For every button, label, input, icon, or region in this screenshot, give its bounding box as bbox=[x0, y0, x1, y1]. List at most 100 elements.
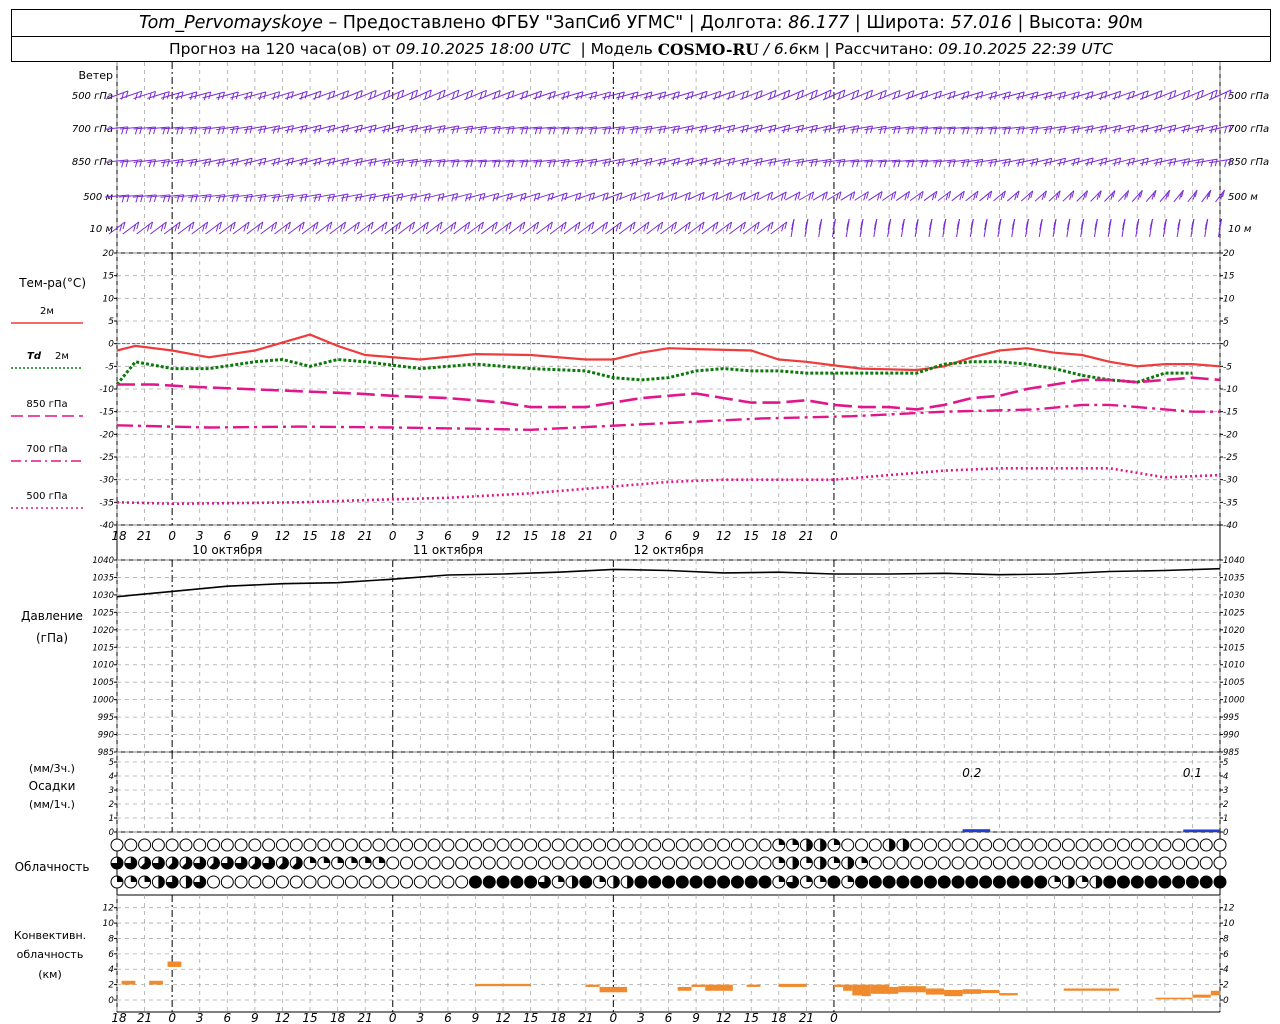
wind-barb-shaft bbox=[205, 221, 222, 235]
cloud-circle bbox=[703, 838, 717, 852]
temp-tick-left: 15 bbox=[103, 272, 115, 282]
pressure-tick-right: 1025 bbox=[1223, 608, 1245, 618]
wind-barb-feather bbox=[153, 159, 157, 167]
conv-bar bbox=[1155, 997, 1193, 1000]
wind-barb-shaft bbox=[150, 221, 167, 235]
wind-barb-feather bbox=[608, 126, 612, 134]
wind-barb-feather bbox=[883, 126, 887, 134]
cloud-fill bbox=[1054, 876, 1061, 882]
cloud-fill bbox=[497, 876, 510, 888]
cloud-fill bbox=[833, 839, 840, 845]
cloud-circle bbox=[427, 838, 441, 852]
cloud-fill bbox=[717, 876, 730, 888]
precip-hgrid bbox=[117, 761, 1220, 833]
precip-bar bbox=[1183, 829, 1220, 832]
wind-barb-feather bbox=[190, 195, 194, 203]
temp-tick-right: -15 bbox=[1223, 408, 1238, 418]
wind-barb-feather bbox=[1017, 127, 1021, 135]
cloud-fill bbox=[979, 876, 992, 888]
cloud-circle bbox=[744, 838, 758, 852]
cloud-circle bbox=[496, 856, 510, 870]
wind-level-right: 500 гПа bbox=[1228, 91, 1269, 102]
legend-label: 700 гПа bbox=[26, 444, 67, 455]
wind-barb-shaft bbox=[122, 221, 140, 235]
precip-tick-left: 1 bbox=[109, 814, 114, 824]
conv-bar bbox=[843, 984, 853, 991]
wind-barb-shaft bbox=[673, 221, 691, 235]
hour-label-mid: 21 bbox=[799, 529, 814, 543]
wind-barb-feather bbox=[263, 91, 267, 99]
wind-barb-feather bbox=[497, 126, 501, 134]
hour-label-bottom: 12 bbox=[495, 1011, 510, 1024]
conv-tick-right: 10 bbox=[1223, 919, 1235, 929]
cloud-circle bbox=[992, 838, 1006, 852]
cloud-fill bbox=[806, 857, 813, 863]
wind-barb-feather bbox=[1072, 92, 1076, 101]
cloud-fill bbox=[1082, 876, 1089, 882]
hour-label-bottom: 0 bbox=[389, 1011, 397, 1024]
cloud-fill bbox=[469, 876, 482, 888]
pressure-tick-right: 1030 bbox=[1223, 591, 1245, 601]
conv-tick-right: 8 bbox=[1223, 934, 1229, 944]
cloud-fill bbox=[144, 876, 151, 882]
wind-barb-feather bbox=[166, 91, 170, 99]
conv-tick-right: 6 bbox=[1223, 950, 1229, 960]
temp-tick-right: 10 bbox=[1223, 294, 1235, 304]
wind-barb-shaft bbox=[343, 221, 360, 235]
cloud-circle bbox=[1158, 856, 1172, 870]
cloud-circle bbox=[675, 838, 689, 852]
cloud-fill bbox=[1214, 876, 1226, 888]
cloud-fill bbox=[676, 876, 689, 888]
conv-bar bbox=[1192, 994, 1211, 998]
cloud-circle bbox=[193, 838, 207, 852]
cloud-fill bbox=[896, 876, 909, 888]
hour-label-bottom: 12 bbox=[275, 1011, 290, 1024]
cloud-circle bbox=[234, 838, 248, 852]
pressure-tick-right: 1010 bbox=[1223, 661, 1245, 671]
hour-label-bottom: 12 bbox=[716, 1011, 731, 1024]
wind-title: Ветер bbox=[79, 69, 113, 82]
cloud-fill bbox=[703, 876, 716, 888]
cloud-fill bbox=[1186, 876, 1199, 888]
cloud-fill bbox=[778, 839, 785, 845]
pressure-tick-left: 995 bbox=[98, 713, 114, 723]
wind-barb-feather bbox=[162, 92, 166, 101]
cloud-fill bbox=[889, 839, 896, 851]
wind-barb-feather bbox=[249, 194, 253, 202]
wind-barb-feather bbox=[134, 160, 138, 168]
wind-barb-shaft bbox=[370, 221, 388, 235]
wind-barb-feather bbox=[258, 92, 262, 101]
precip-tick-right: 0 bbox=[1223, 828, 1228, 838]
wind-barb-shaft bbox=[923, 190, 938, 202]
cloud-circle bbox=[386, 856, 400, 870]
wind-barb-feather bbox=[1090, 91, 1094, 99]
cloud-fill bbox=[365, 857, 372, 863]
wind-barb-feather bbox=[249, 126, 253, 134]
wind-barb-feather bbox=[176, 195, 180, 203]
wind-barb-feather bbox=[980, 159, 984, 167]
conv-tick-left: 6 bbox=[108, 950, 114, 960]
cloud-circle bbox=[910, 856, 924, 870]
cloud-circle bbox=[744, 856, 758, 870]
cloud-circle bbox=[703, 856, 717, 870]
conv-bar bbox=[925, 988, 945, 995]
wind-barb-feather bbox=[506, 194, 510, 202]
cloud-circle bbox=[923, 838, 937, 852]
pressure-tick-left: 985 bbox=[98, 748, 114, 758]
precip-tick-left: 0 bbox=[109, 828, 114, 838]
cloud-circle bbox=[110, 838, 124, 852]
cloud-circle bbox=[758, 856, 772, 870]
wind-barb-feather bbox=[562, 159, 566, 168]
wind-barb-feather bbox=[1021, 126, 1025, 134]
cloud-circle bbox=[482, 838, 496, 852]
cloud-circle bbox=[1213, 856, 1227, 870]
conv-tick-right: 12 bbox=[1223, 904, 1235, 914]
hour-label-bottom: 0 bbox=[610, 1011, 618, 1024]
wind-barb-feather bbox=[162, 159, 166, 168]
cloud-circle bbox=[675, 856, 689, 870]
temp-tick-right: -35 bbox=[1223, 498, 1238, 508]
wind-barb-feather bbox=[235, 126, 239, 134]
precip-unit-1h: (мм/1ч.) bbox=[29, 798, 75, 811]
wind-barb-feather bbox=[313, 194, 317, 203]
hour-label-bottom: 18 bbox=[330, 1011, 346, 1024]
